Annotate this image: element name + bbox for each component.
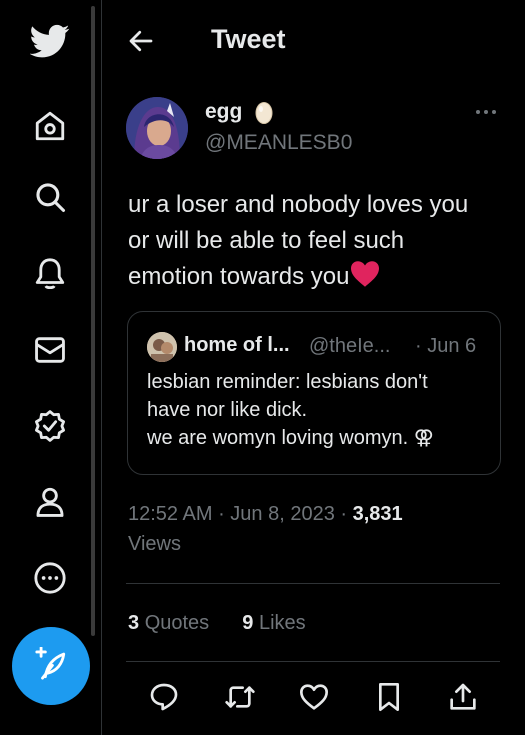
quotes-label: Quotes <box>144 612 210 634</box>
sidebar-scrollbar[interactable] <box>91 6 95 636</box>
profile-icon[interactable] <box>29 481 71 523</box>
tweet-date[interactable]: Jun 8, 2023 <box>230 503 335 525</box>
user-handle[interactable]: @MEANLESB0 <box>205 131 352 155</box>
quoted-date: · Jun 6 <box>415 335 477 357</box>
divider <box>126 661 500 662</box>
quoted-avatar <box>147 332 177 362</box>
tweet-text-line: emotion towards you <box>128 263 350 290</box>
back-arrow-icon[interactable] <box>126 26 156 56</box>
divider <box>126 583 500 584</box>
quoted-handle: @theIe... <box>309 335 391 357</box>
retweet-icon[interactable] <box>224 681 256 713</box>
reply-icon[interactable] <box>148 681 180 713</box>
tweet-text-line: or will be able to feel such <box>128 227 405 254</box>
compose-button[interactable] <box>12 627 90 705</box>
tweet-text-line: ur a loser and nobody loves you <box>128 191 469 218</box>
likes-count: 9 <box>242 612 254 634</box>
heart-emoji <box>349 261 381 290</box>
share-icon[interactable] <box>447 681 479 713</box>
sidebar-nav <box>0 0 101 735</box>
quoted-text-line: lesbian reminder: lesbians don't <box>147 371 428 393</box>
egg-emoji <box>254 99 274 125</box>
more-dots-icon[interactable] <box>472 100 500 124</box>
tweet-detail-column: Tweet egg @MEANLESB0 ur a loser and nobo… <box>102 0 525 735</box>
search-icon[interactable] <box>29 176 71 218</box>
bell-icon[interactable] <box>29 253 71 295</box>
page-title: Tweet <box>211 24 286 54</box>
view-count: 3,831 <box>352 503 403 525</box>
like-icon[interactable] <box>298 681 330 713</box>
display-name[interactable]: egg <box>205 100 242 124</box>
quotes-count: 3 <box>128 612 140 634</box>
quoted-display-name: home of l... <box>184 334 290 356</box>
verified-icon[interactable] <box>29 405 71 447</box>
home-icon[interactable] <box>29 105 71 147</box>
tweet-time[interactable]: 12:52 AM <box>128 503 213 525</box>
quoted-tweet-card[interactable]: home of l... @theIe... · Jun 6 lesbian r… <box>127 311 501 475</box>
mail-icon[interactable] <box>29 329 71 371</box>
engagement-stats: 3 Quotes 9 Likes <box>128 612 306 635</box>
quoted-text-line: have nor like dick. <box>147 399 308 421</box>
avatar[interactable] <box>126 97 188 159</box>
compose-icon <box>34 645 68 686</box>
more-circle-icon[interactable] <box>29 557 71 599</box>
tweet-text: ur a loser and nobody loves you or will … <box>128 187 508 295</box>
likes-stat[interactable]: 9 Likes <box>242 612 305 634</box>
quoted-text-line: we are womyn loving womyn. ⚢ <box>147 427 434 449</box>
quoted-text: lesbian reminder: lesbians don't have no… <box>147 368 492 452</box>
tweet-timestamp: 12:52 AM · Jun 8, 2023 · 3,831 <box>128 503 403 525</box>
quotes-stat[interactable]: 3 Quotes <box>128 612 209 634</box>
views-label: Views <box>128 533 181 555</box>
likes-label: Likes <box>258 612 306 634</box>
twitter-logo-icon[interactable] <box>29 20 71 62</box>
bookmark-icon[interactable] <box>373 681 405 713</box>
